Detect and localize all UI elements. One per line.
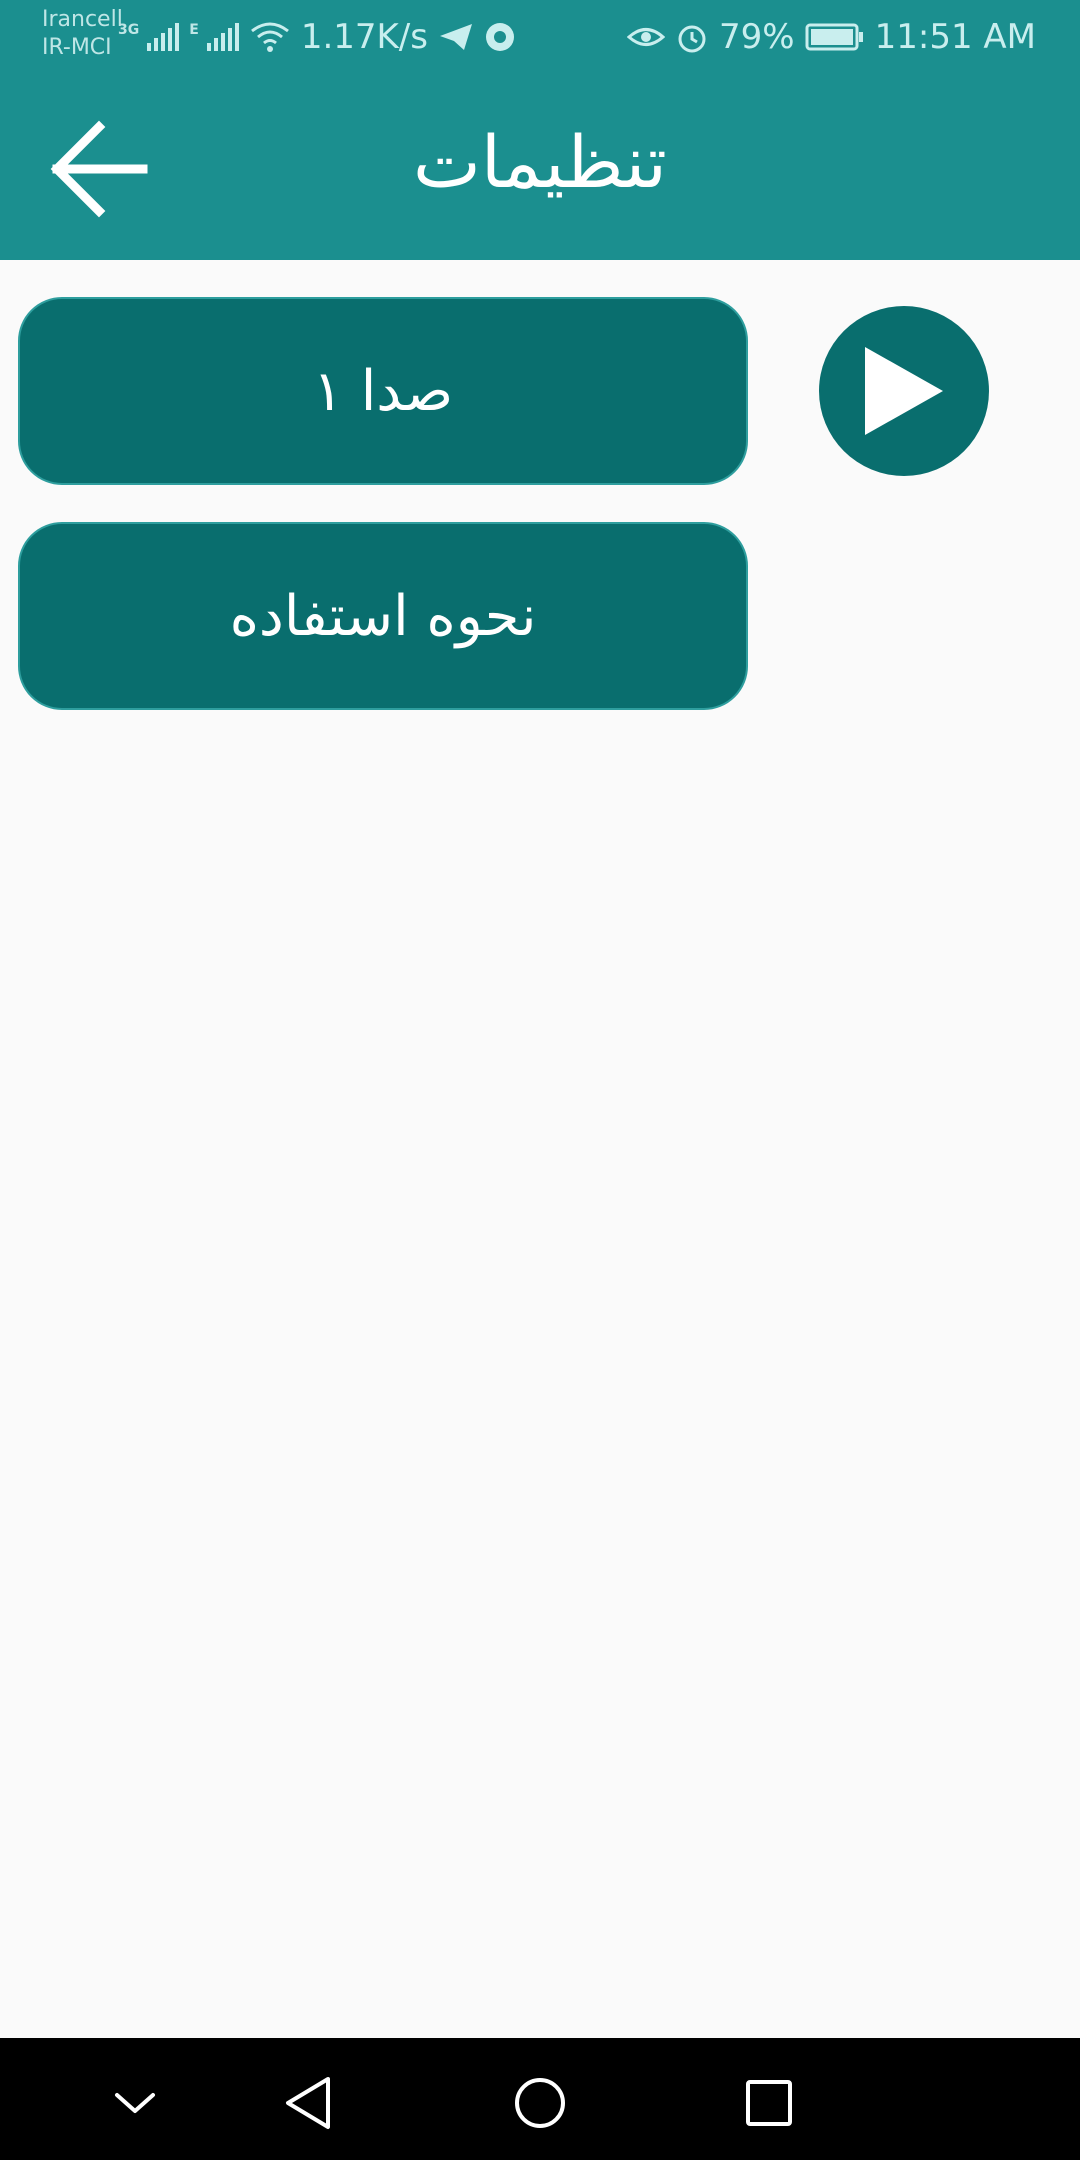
network-type-1: 3G [118, 22, 140, 38]
carrier-info: Irancell IR-MCI [42, 6, 123, 62]
network-type-2: E [189, 22, 199, 38]
home-circle-icon [515, 2078, 565, 2128]
nav-recents-button[interactable] [724, 2058, 814, 2148]
clock: 11:51 AM [874, 17, 1036, 57]
page-title: تنظیمات [413, 120, 667, 204]
battery-percent: 79% [719, 17, 795, 57]
settings-content: صدا ۱ نحوه استفاده [0, 260, 1080, 2038]
telegram-icon [439, 24, 472, 50]
wifi-icon [250, 22, 289, 52]
status-bar: Irancell IR-MCI 3G E 1.17K/s 79% 11:51 A… [0, 0, 1080, 74]
network-speed: 1.17K/s [300, 17, 428, 57]
chevron-down-icon [115, 2093, 155, 2113]
carrier-2: IR-MCI [42, 35, 112, 60]
signal-icon [206, 23, 239, 51]
app-bar: تنظیمات [0, 74, 1080, 260]
battery-icon [805, 23, 863, 51]
sound-1-button[interactable]: صدا ۱ [18, 297, 748, 485]
signal-icon [147, 23, 180, 51]
nav-back-button[interactable] [263, 2058, 353, 2148]
status-left-icons: 3G E 1.17K/s [118, 14, 516, 60]
play-icon [865, 347, 943, 435]
navigation-bar [0, 2038, 1080, 2160]
nav-home-button[interactable] [495, 2058, 585, 2148]
recents-square-icon [746, 2080, 792, 2126]
hide-nav-button[interactable] [90, 2058, 180, 2148]
back-triangle-icon [286, 2077, 330, 2129]
play-button[interactable] [819, 306, 989, 476]
alarm-icon [678, 25, 706, 53]
status-right-icons: 79% 11:51 AM [627, 14, 1036, 60]
chrome-icon [485, 23, 514, 51]
how-to-use-button[interactable]: نحوه استفاده [18, 522, 748, 710]
eye-icon [627, 28, 666, 46]
carrier-1: Irancell [42, 7, 123, 32]
